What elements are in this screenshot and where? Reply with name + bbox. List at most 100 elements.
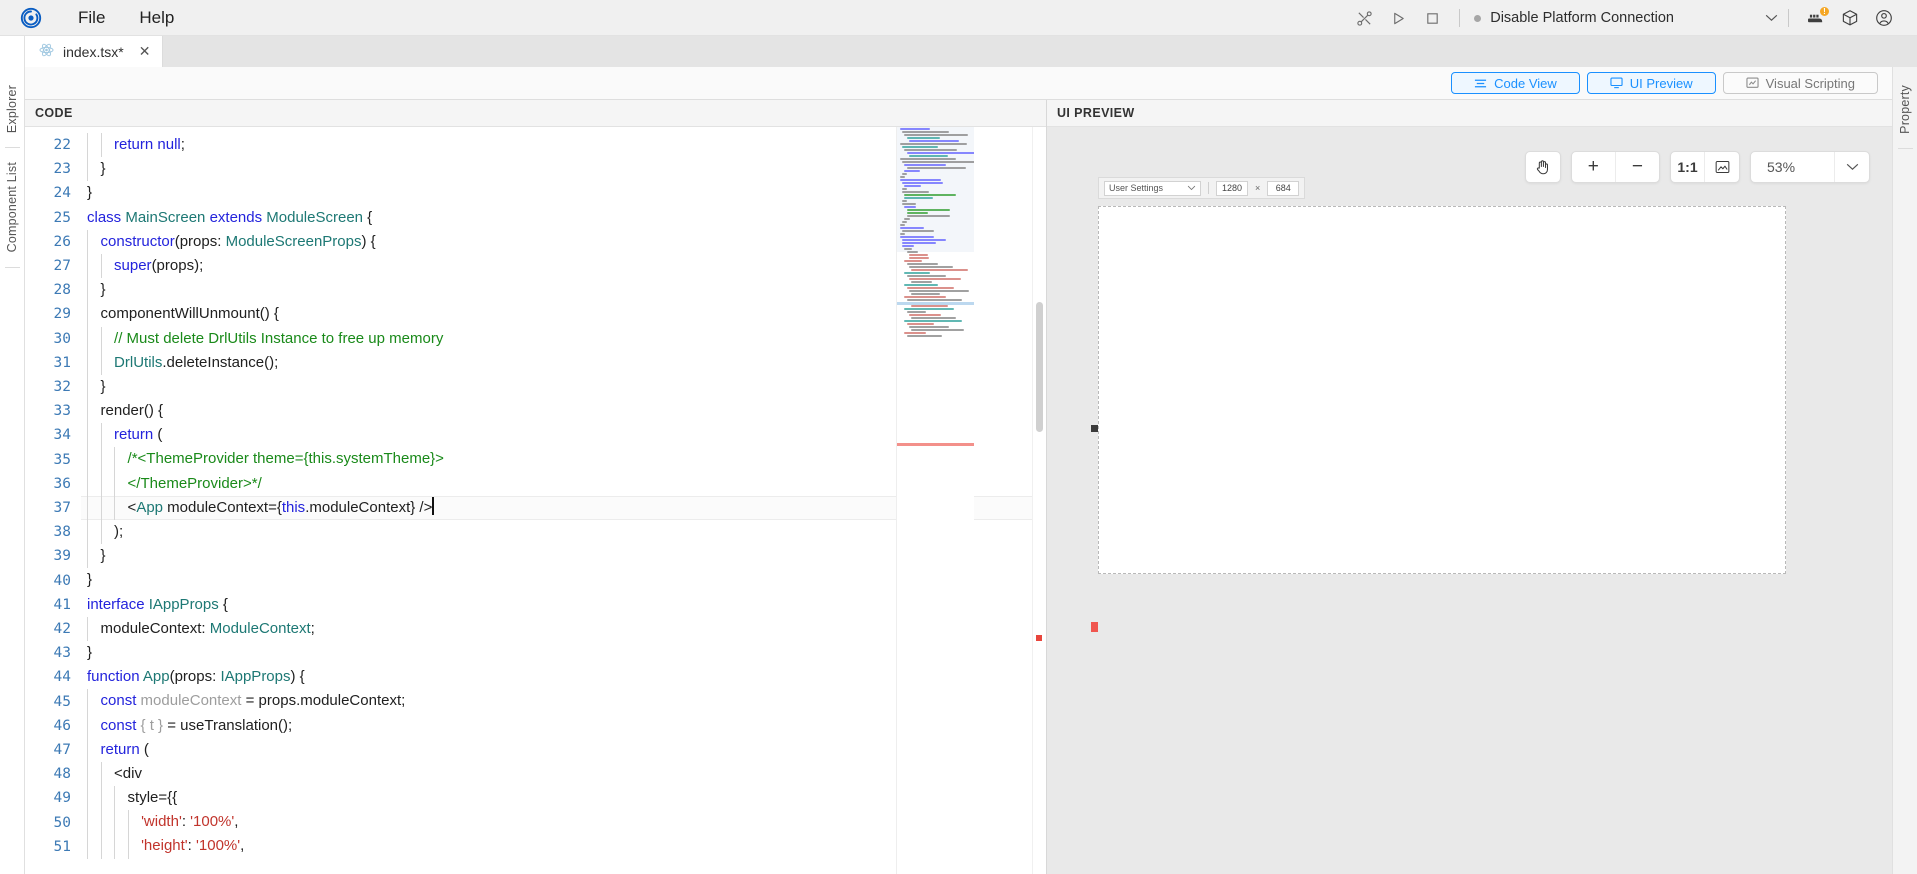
- fit-screen-icon[interactable]: [1705, 152, 1739, 182]
- code-view-label: Code View: [1494, 75, 1557, 91]
- scrollbar-thumb[interactable]: [1036, 302, 1043, 432]
- tab-visual-scripting[interactable]: Visual Scripting: [1722, 72, 1878, 94]
- minimap-line: [900, 176, 905, 178]
- device-warning-icon[interactable]: !: [1799, 4, 1833, 32]
- zoom-in-button[interactable]: +: [1572, 152, 1616, 182]
- rail-divider-3: [1897, 147, 1913, 149]
- sidebar-item-property[interactable]: Property: [1898, 75, 1912, 144]
- minimap-line: [902, 203, 916, 205]
- ratio-group: 1:1: [1670, 151, 1740, 183]
- minimap-line: [906, 323, 934, 325]
- code-token: const: [100, 716, 141, 734]
- code-token: return: [114, 136, 158, 153]
- code-token: super: [114, 256, 152, 274]
- zoom-out-button[interactable]: −: [1616, 152, 1659, 182]
- line-number: 27: [53, 258, 71, 275]
- package-icon[interactable]: [1833, 4, 1867, 32]
- code-token: // Must delete DrlUtils Instance to free…: [114, 329, 444, 347]
- canvas-handle-error[interactable]: [1091, 622, 1098, 632]
- line-number: 46: [53, 717, 71, 734]
- code-token: DrlUtils: [114, 353, 163, 371]
- text-cursor: [432, 496, 434, 515]
- visual-scripting-label: Visual Scripting: [1765, 75, 1855, 91]
- editor-scrollbar[interactable]: [1032, 127, 1046, 874]
- code-token: <div: [114, 764, 142, 782]
- code-token: null: [157, 136, 181, 153]
- minimap-line: [902, 239, 947, 241]
- play-icon[interactable]: [1381, 4, 1415, 32]
- canvas-height-input[interactable]: 684: [1267, 180, 1300, 196]
- line-number: 38: [53, 524, 71, 541]
- line-number: 49: [53, 790, 71, 807]
- code-editor[interactable]: 22 23 24 25 26 27 28 29 30 31 32 33 34 35 36 37 38 39 40 41…: [25, 127, 1046, 874]
- code-token: moduleContext: [140, 692, 242, 710]
- stop-icon[interactable]: [1415, 4, 1449, 32]
- indent-guide: [87, 616, 101, 641]
- tab-index-tsx[interactable]: index.tsx* ✕: [25, 36, 164, 67]
- code-token: ,: [240, 837, 245, 855]
- preview-canvas-area[interactable]: + − 1:1 53% User Settings 1280 × 684: [1047, 127, 1892, 874]
- code-token: return: [100, 740, 140, 758]
- code-token: ;: [310, 619, 315, 637]
- app-logo-icon[interactable]: [20, 7, 42, 29]
- code-token: function: [87, 668, 143, 686]
- code-minimap[interactable]: [896, 127, 974, 874]
- account-icon[interactable]: [1867, 4, 1901, 32]
- tab-ui-preview[interactable]: UI Preview: [1586, 72, 1716, 94]
- indent-guide: [100, 447, 115, 472]
- zoom-level-value[interactable]: 53%: [1751, 152, 1835, 182]
- workspace: Explorer Component List Code View UI Pre…: [0, 67, 1917, 874]
- indent-guide: [87, 278, 101, 303]
- code-token: = useTranslation();: [163, 716, 293, 734]
- platform-connection-selector[interactable]: Disable Platform Connection: [1470, 10, 1778, 26]
- line-number: 24: [53, 185, 71, 202]
- canvas-bar-divider: [1208, 182, 1210, 194]
- indent-guide: [87, 544, 101, 569]
- close-icon[interactable]: ✕: [139, 43, 151, 60]
- code-token: constructor: [100, 232, 175, 250]
- indent-guide: [87, 423, 101, 448]
- indent-guide: [87, 737, 101, 762]
- chevron-down-icon[interactable]: [1765, 10, 1778, 26]
- device-preset-select[interactable]: User Settings: [1104, 180, 1202, 196]
- tools-icon[interactable]: [1347, 4, 1381, 32]
- menu-file[interactable]: File: [64, 4, 119, 32]
- chevron-down-icon[interactable]: [1835, 152, 1869, 182]
- minimap-line: [906, 287, 954, 289]
- indent-guide: [127, 834, 142, 859]
- hand-icon[interactable]: [1526, 152, 1560, 182]
- indent-guide: [127, 810, 142, 835]
- indent-guide: [87, 447, 101, 472]
- line-number: 23: [53, 161, 71, 178]
- sidebar-item-explorer[interactable]: Explorer: [5, 75, 19, 143]
- indent-guide: [100, 423, 115, 448]
- code-token: {: [363, 208, 373, 226]
- minimap-line: [902, 188, 908, 190]
- minimap-line: [900, 224, 905, 226]
- canvas-width-input[interactable]: 1280: [1216, 180, 1249, 196]
- code-token: }: [100, 160, 106, 178]
- line-number: 25: [53, 209, 71, 226]
- code-token: );: [114, 523, 124, 540]
- line-number: 34: [53, 427, 71, 444]
- canvas-handle-top[interactable]: [1091, 425, 1098, 432]
- code-token: :: [187, 837, 197, 855]
- menu-help[interactable]: Help: [125, 4, 188, 32]
- chevron-down-icon[interactable]: [1187, 183, 1196, 193]
- tab-bar: index.tsx* ✕: [0, 36, 1917, 67]
- minimap-line: [906, 299, 962, 301]
- minimap-line: [906, 263, 938, 265]
- menu-bar: File Help Disable Platform Connection !: [0, 0, 1917, 36]
- indent-guide: [87, 834, 101, 859]
- tab-bar-gutter: [0, 36, 25, 67]
- sidebar-item-component-list[interactable]: Component List: [5, 152, 19, 262]
- actual-size-button[interactable]: 1:1: [1671, 152, 1705, 182]
- error-marker[interactable]: [1036, 635, 1042, 641]
- indent-guide: [114, 786, 128, 811]
- minimap-line: [902, 146, 939, 148]
- tab-code-view[interactable]: Code View: [1451, 72, 1580, 94]
- line-number: 36: [53, 475, 71, 492]
- preview-render-frame[interactable]: [1098, 206, 1786, 574]
- indent-guide: [87, 399, 101, 424]
- indent-guide: [100, 326, 115, 351]
